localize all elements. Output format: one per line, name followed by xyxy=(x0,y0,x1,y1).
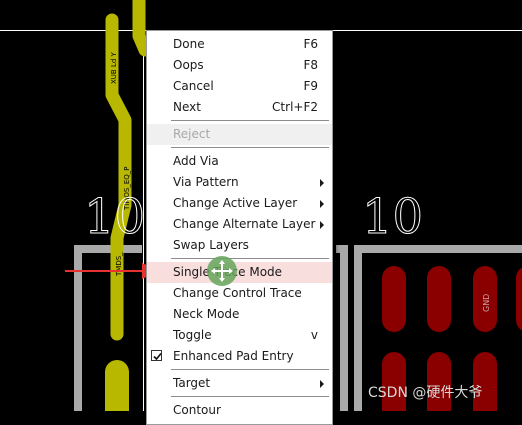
component-outline-middle xyxy=(336,245,348,411)
submenu-arrow-icon xyxy=(320,221,324,229)
context-menu: Done F6 Oops F8 Cancel F9 Next Ctrl+F2 R… xyxy=(146,30,333,425)
pad[interactable] xyxy=(105,360,129,411)
watermark: CSDN @硬件大爷 xyxy=(368,385,483,401)
menu-item-neck-mode[interactable]: Neck Mode xyxy=(147,304,332,325)
menu-item-label: Done xyxy=(173,37,205,51)
menu-item-label: Change Alternate Layer xyxy=(173,217,316,231)
menu-item-label: Swap Layers xyxy=(173,238,249,252)
menu-item-label: Next xyxy=(173,100,201,114)
menu-item-swap-layers[interactable]: Swap Layers xyxy=(147,235,332,256)
menu-item-label: Neck Mode xyxy=(173,307,240,321)
menu-item-label: Toggle xyxy=(173,328,212,342)
pad[interactable] xyxy=(382,266,406,332)
menu-item-shortcut: F9 xyxy=(303,79,318,93)
menu-item-target[interactable]: Target xyxy=(147,373,332,394)
menu-separator xyxy=(171,147,329,148)
menu-item-shortcut: Ctrl+F2 xyxy=(272,100,318,114)
submenu-arrow-icon xyxy=(320,380,324,388)
menu-item-cancel[interactable]: Cancel F9 xyxy=(147,76,332,97)
menu-item-oops[interactable]: Oops F8 xyxy=(147,55,332,76)
menu-item-change-control-trace[interactable]: Change Control Trace xyxy=(147,283,332,304)
trace-label: TMDS_ xyxy=(115,252,123,277)
pad-net-label: GND xyxy=(482,294,491,312)
menu-separator xyxy=(171,369,329,370)
submenu-arrow-icon xyxy=(320,179,324,187)
menu-item-label: Change Control Trace xyxy=(173,286,302,300)
menu-item-change-alternate-layer[interactable]: Change Alternate Layer xyxy=(147,214,332,235)
menu-item-next[interactable]: Next Ctrl+F2 xyxy=(147,97,332,118)
checkbox-checked-icon[interactable] xyxy=(151,350,162,361)
dimension-label-left: 10 xyxy=(84,189,145,245)
move-crosshair-icon xyxy=(207,256,237,286)
menu-separator xyxy=(171,258,329,259)
menu-item-toggle[interactable]: Toggle v xyxy=(147,325,332,346)
menu-item-label: Via Pattern xyxy=(173,175,239,189)
submenu-arrow-icon xyxy=(320,200,324,208)
menu-item-add-via[interactable]: Add Via xyxy=(147,151,332,172)
menu-item-via-pattern[interactable]: Via Pattern xyxy=(147,172,332,193)
trace-inner[interactable] xyxy=(132,0,152,57)
menu-item-label: Reject xyxy=(173,127,211,141)
menu-item-label: Add Via xyxy=(173,154,219,168)
menu-item-label: Target xyxy=(173,376,211,390)
trace-label: XUB Ld Y xyxy=(110,51,118,84)
menu-item-done[interactable]: Done F6 xyxy=(147,34,332,55)
menu-item-single-trace-mode[interactable]: Single Trace Mode xyxy=(147,262,332,283)
menu-item-enhanced-pad-entry[interactable]: Enhanced Pad Entry xyxy=(147,346,332,367)
menu-item-change-active-layer[interactable]: Change Active Layer xyxy=(147,193,332,214)
menu-item-shortcut: F8 xyxy=(303,58,318,72)
menu-item-reject: Reject xyxy=(147,124,332,145)
menu-separator xyxy=(171,396,329,397)
pad[interactable] xyxy=(516,266,522,332)
menu-item-label: Enhanced Pad Entry xyxy=(173,349,294,363)
pad[interactable] xyxy=(427,266,451,332)
menu-separator xyxy=(171,120,329,121)
menu-item-label: Cancel xyxy=(173,79,214,93)
menu-item-shortcut: v xyxy=(310,328,318,342)
menu-item-label: Oops xyxy=(173,58,204,72)
menu-item-shortcut: F6 xyxy=(303,37,318,51)
menu-item-label: Change Active Layer xyxy=(173,196,298,210)
dimension-label-right: 10 xyxy=(362,189,423,245)
